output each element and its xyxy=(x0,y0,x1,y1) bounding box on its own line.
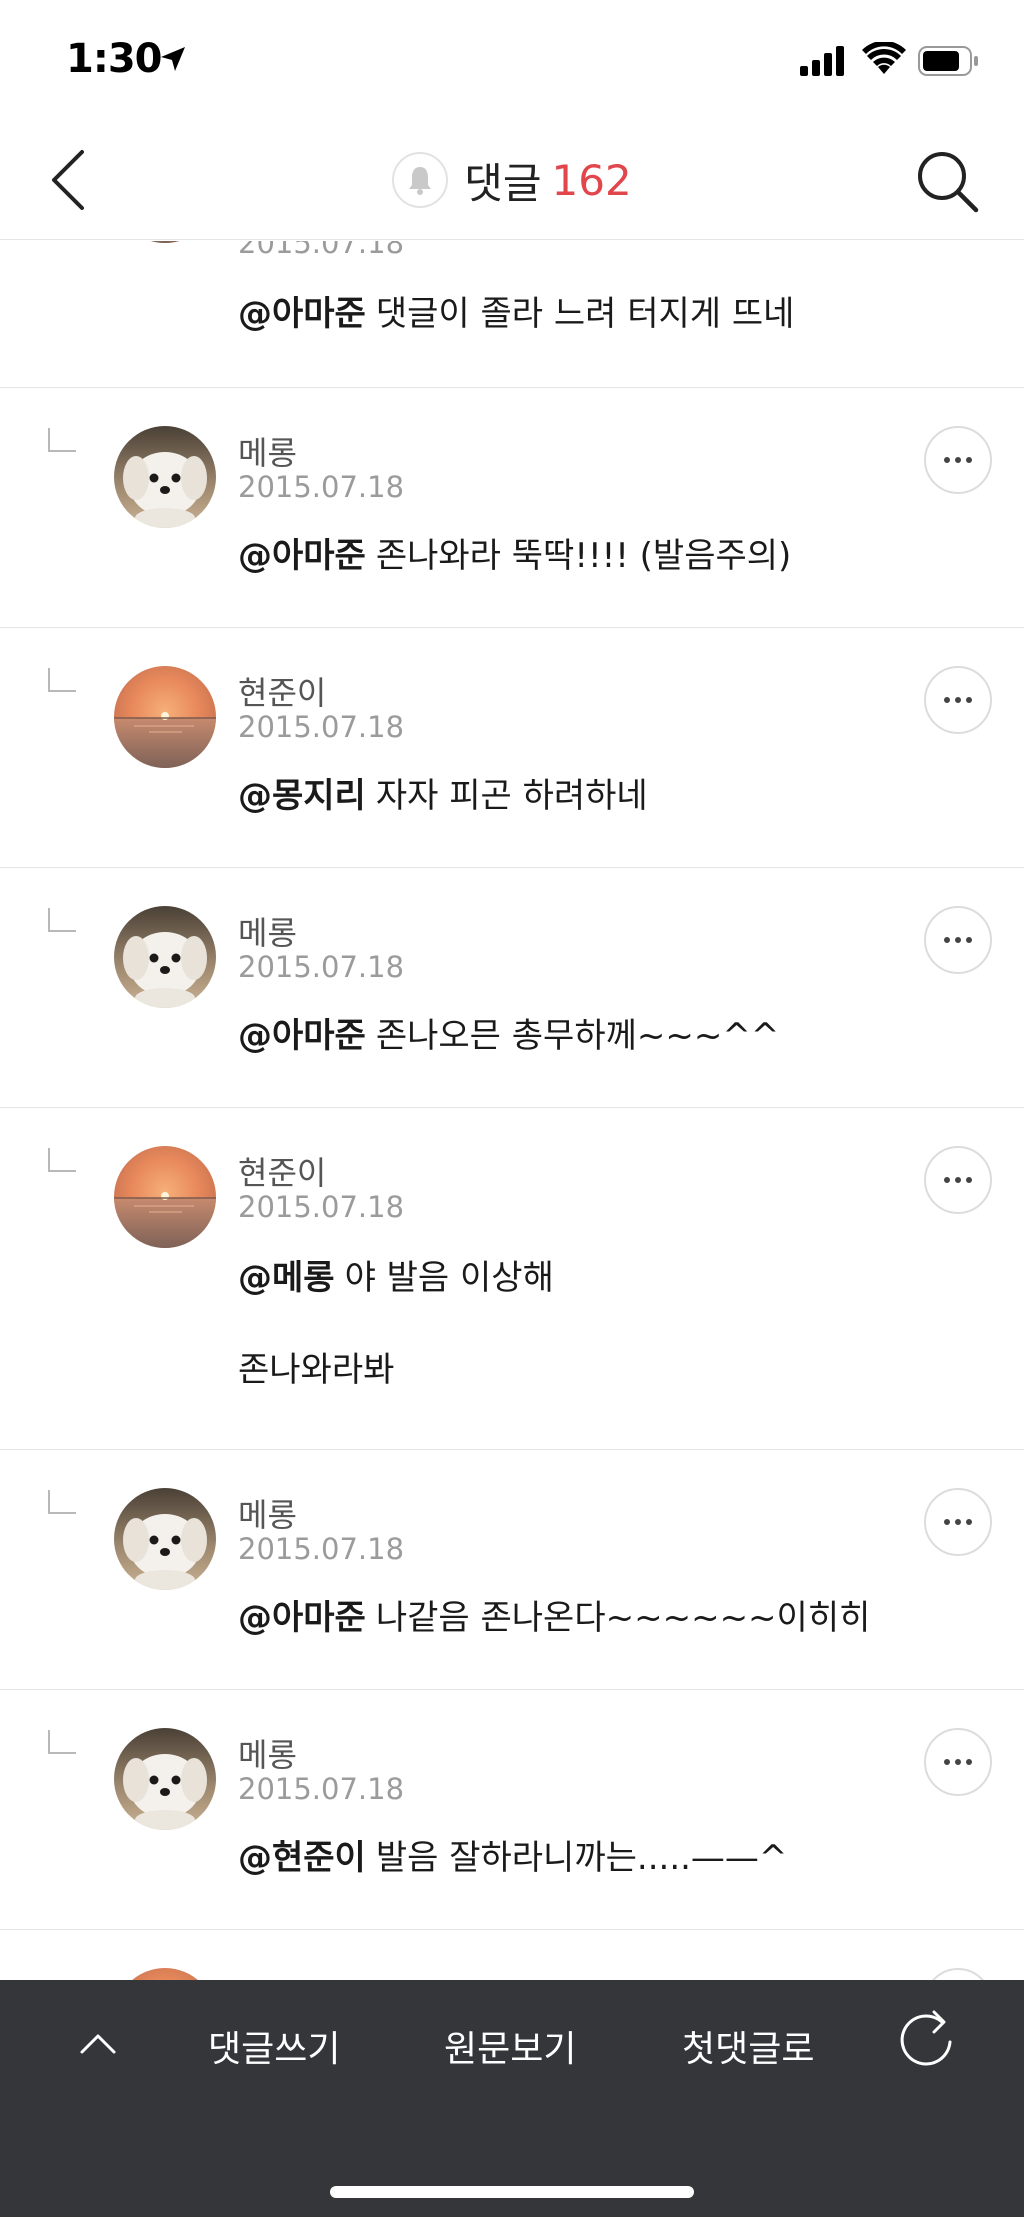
avatar[interactable] xyxy=(114,1488,216,1590)
status-bar: 1:30 xyxy=(0,0,1024,120)
avatar[interactable] xyxy=(114,1146,216,1248)
comment-author[interactable]: 메롱 xyxy=(238,908,297,954)
avatar[interactable] xyxy=(114,906,216,1008)
more-options-button[interactable] xyxy=(924,1146,992,1214)
reply-indent-icon xyxy=(48,908,76,932)
refresh-icon[interactable] xyxy=(896,2004,956,2070)
comment-text: @아마준 존나와라 뚝딱!!!! (발음주의) xyxy=(238,528,791,577)
comment-mention[interactable]: @현준이 xyxy=(238,1838,366,1878)
location-arrow-icon xyxy=(161,47,185,71)
page-title: 댓글 xyxy=(464,158,542,208)
more-options-button[interactable] xyxy=(924,906,992,974)
comment-text: @현준이 발음 잘하라니까는.....——^ xyxy=(238,1830,787,1879)
comment-mention[interactable]: @아마준 xyxy=(238,294,366,334)
avatar[interactable] xyxy=(114,666,216,768)
comment-body: 자자 피곤 하려하네 xyxy=(375,776,648,816)
comment-text: @아마준 존나오믄 총무하께~~~^^ xyxy=(238,1008,779,1057)
more-options-button[interactable] xyxy=(924,1968,992,1980)
comment-list: 2015.07.18 @아마준 댓글이 졸라 느려 터지게 뜨네 메롱 2015.… xyxy=(0,241,1024,1980)
reply-indent-icon xyxy=(48,1148,76,1172)
reply-indent-icon xyxy=(48,1490,76,1514)
view-original-button[interactable]: 원문보기 xyxy=(444,2020,576,2072)
comment-item: 현준이 2015.07.18 @메롱 야 발음 이상해 존나와라봐 xyxy=(0,1108,1024,1450)
comment-date: 2015.07.18 xyxy=(238,241,405,260)
battery-icon xyxy=(918,46,978,76)
comment-item: 메롱 2015.07.18 @아마준 존나와라 뚝딱!!!! (발음주의) xyxy=(0,388,1024,628)
comment-mention[interactable]: @메롱 xyxy=(238,1258,335,1298)
comment-date: 2015.07.18 xyxy=(238,1532,405,1566)
chevron-up-icon[interactable] xyxy=(76,2022,120,2066)
avatar[interactable] xyxy=(114,1968,216,1980)
search-icon[interactable] xyxy=(914,148,980,214)
comment-date: 2015.07.18 xyxy=(238,710,405,744)
write-comment-button[interactable]: 댓글쓰기 xyxy=(208,2020,340,2072)
comment-count: 162 xyxy=(551,155,632,205)
more-options-button[interactable] xyxy=(924,1728,992,1796)
comment-author[interactable]: 메롱 xyxy=(238,1490,297,1536)
home-indicator[interactable] xyxy=(330,2186,694,2198)
header-title-group: 댓글 162 xyxy=(0,150,1024,210)
comment-mention[interactable]: @아마준 xyxy=(238,1598,366,1638)
comment-item: 2015.07.18 @아마준 댓글이 졸라 느려 터지게 뜨네 xyxy=(0,241,1024,388)
comment-body: 존나오믄 총무하께~~~^^ xyxy=(375,1016,780,1056)
comment-date: 2015.07.18 xyxy=(238,470,405,504)
comment-mention[interactable]: @아마준 xyxy=(238,1016,366,1056)
comment-body: 발음 잘하라니까는.....——^ xyxy=(375,1838,788,1878)
more-options-button[interactable] xyxy=(924,426,992,494)
cellular-signal-icon xyxy=(800,46,844,76)
comment-author[interactable]: 메롱 xyxy=(238,1730,297,1776)
comment-body: 댓글이 졸라 느려 터지게 뜨네 xyxy=(375,294,795,334)
comment-date: 2015.07.18 xyxy=(238,1772,405,1806)
comment-mention[interactable]: @아마준 xyxy=(238,536,366,576)
reply-indent-icon xyxy=(48,668,76,692)
comment-text: @아마준 댓글이 졸라 느려 터지게 뜨네 xyxy=(238,286,794,335)
comment-text: @몽지리 자자 피곤 하려하네 xyxy=(238,768,648,817)
comment-item: 현준이 2015.07.18 @몽지리 자자 피곤 하려하네 xyxy=(0,628,1024,868)
bottom-toolbar: 댓글쓰기 원문보기 첫댓글로 xyxy=(0,1980,1024,2217)
comment-text: @메롱 야 발음 이상해 xyxy=(238,1250,554,1299)
bell-icon xyxy=(409,167,432,195)
comment-date: 2015.07.18 xyxy=(238,950,405,984)
comment-author[interactable]: 현준이 xyxy=(238,1148,326,1194)
status-time: 1:30 xyxy=(66,36,162,82)
comment-item: 메롱 2015.07.18 @아마준 존나오믄 총무하께~~~^^ xyxy=(0,868,1024,1108)
more-options-button[interactable] xyxy=(924,666,992,734)
wifi-icon xyxy=(862,42,906,74)
comment-body: 야 발음 이상해 xyxy=(344,1258,554,1298)
comment-mention[interactable]: @몽지리 xyxy=(238,776,366,816)
comment-text-line2: 존나와라봐 xyxy=(238,1350,395,1390)
avatar[interactable] xyxy=(114,1728,216,1830)
comment-item xyxy=(0,1930,1024,1980)
comment-author[interactable]: 메롱 xyxy=(238,428,297,474)
comment-item: 메롱 2015.07.18 @현준이 발음 잘하라니까는.....——^ xyxy=(0,1690,1024,1930)
comment-text: @아마준 나같음 존나온다~~~~~~이히히 xyxy=(238,1590,870,1639)
notification-toggle[interactable] xyxy=(392,152,449,208)
more-options-button[interactable] xyxy=(924,1488,992,1556)
comment-body: 나같음 존나온다~~~~~~이히히 xyxy=(375,1598,871,1638)
reply-indent-icon xyxy=(48,428,76,452)
comment-date: 2015.07.18 xyxy=(238,1190,405,1224)
first-comment-button[interactable]: 첫댓글로 xyxy=(682,2020,814,2072)
comment-author[interactable]: 현준이 xyxy=(238,668,326,714)
reply-indent-icon xyxy=(48,1730,76,1754)
avatar[interactable] xyxy=(114,426,216,528)
comment-item: 메롱 2015.07.18 @아마준 나같음 존나온다~~~~~~이히히 xyxy=(0,1450,1024,1690)
comments-header: 댓글 162 xyxy=(0,120,1024,240)
comment-body: 존나와라 뚝딱!!!! (발음주의) xyxy=(375,536,792,576)
avatar[interactable] xyxy=(114,241,216,243)
